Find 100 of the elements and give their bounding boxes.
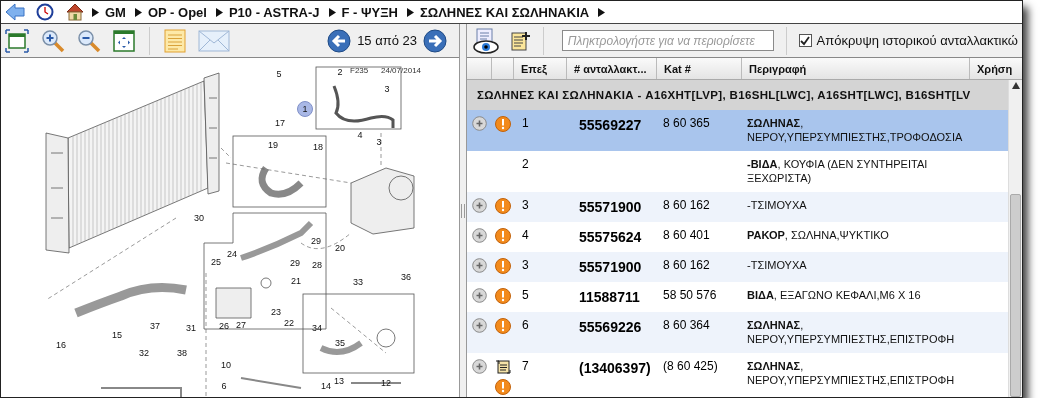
part-description: ΣΩΛΗΝΑΣ, ΝΕΡΟΥ,ΥΠΕΡΣΥΜΠΙΕΣΤΗΣ,ΕΠΙΣΤΡΟΦΗ bbox=[747, 318, 955, 346]
breadcrumb-link[interactable]: P10 - ASTRA-J bbox=[228, 4, 320, 20]
back-arrow-icon[interactable] bbox=[5, 3, 25, 21]
callout-number[interactable]: 20 bbox=[335, 243, 345, 253]
part-row[interactable]: 4 55575624 8 60 401 ΡΑΚΟΡ, ΣΩΛΗΝΑ,ΨΥΚΤΙΚΟ bbox=[467, 222, 1008, 252]
callout-number[interactable]: 5 bbox=[276, 69, 282, 79]
callout-number[interactable]: 33 bbox=[353, 277, 363, 287]
part-number: 55569226 bbox=[579, 319, 642, 335]
callout-number[interactable]: 29 bbox=[311, 236, 321, 246]
callout-number[interactable]: 25 bbox=[211, 257, 221, 267]
callout-number[interactable]: 36 bbox=[401, 272, 411, 282]
catalog-number: (8 60 425) bbox=[663, 359, 718, 373]
callout-number[interactable]: 1 bbox=[297, 101, 313, 117]
column-header[interactable]: Χρήση bbox=[977, 63, 1013, 75]
expand-icon[interactable] bbox=[472, 318, 487, 333]
item-number: 4 bbox=[522, 228, 529, 242]
scroll-up-arrow-icon[interactable] bbox=[1011, 82, 1020, 89]
breadcrumb-link[interactable]: F - ΨΥΞΗ bbox=[341, 4, 398, 20]
splitter-grip[interactable] bbox=[461, 203, 465, 218]
previous-page-icon[interactable] bbox=[327, 28, 352, 53]
part-description: ΣΩΛΗΝΑΣ, ΝΕΡΟΥ,ΥΠΕΡΣΥΜΠΙΕΣΤΗΣ,ΤΡΟΦΟΔΟΣΙΑ bbox=[747, 116, 963, 144]
callout-number[interactable]: 2 bbox=[337, 67, 343, 77]
column-header[interactable]: # ανταλλακτ... bbox=[574, 63, 647, 75]
catalog-number: 8 60 364 bbox=[663, 318, 710, 332]
callout-number[interactable]: 35 bbox=[335, 338, 345, 348]
fit-page-icon[interactable] bbox=[113, 29, 135, 52]
column-header[interactable]: Περιγραφή bbox=[749, 63, 807, 75]
callout-number[interactable]: 26 bbox=[219, 321, 229, 331]
callout-number[interactable]: 4 bbox=[357, 130, 363, 140]
expand-icon[interactable] bbox=[472, 258, 487, 273]
expand-icon[interactable] bbox=[472, 198, 487, 213]
item-number: 1 bbox=[522, 116, 529, 130]
callout-number[interactable]: 31 bbox=[186, 323, 196, 333]
callout-number[interactable]: 17 bbox=[275, 118, 285, 128]
callout-number[interactable]: 34 bbox=[312, 323, 322, 333]
caret-icon bbox=[91, 6, 100, 18]
callout-number[interactable]: 38 bbox=[177, 348, 187, 358]
callout-number[interactable]: 6 bbox=[221, 381, 227, 391]
callout-number[interactable]: 16 bbox=[56, 340, 66, 350]
filter-field[interactable]: Πληκτρολογήστε για να περιορίσετε bbox=[561, 30, 774, 51]
expand-icon[interactable] bbox=[472, 228, 487, 243]
catalog-number: 8 60 401 bbox=[663, 228, 710, 242]
callout-number[interactable]: 29 bbox=[290, 258, 300, 268]
callout-number[interactable]: 32 bbox=[139, 348, 149, 358]
breadcrumb-link[interactable]: GM bbox=[105, 4, 126, 20]
callout-number[interactable]: 22 bbox=[284, 318, 294, 328]
callout-number[interactable]: 3 bbox=[376, 137, 382, 147]
callout-number[interactable]: 12 bbox=[381, 378, 391, 388]
fit-screen-icon[interactable] bbox=[5, 28, 29, 53]
part-number: 55571900 bbox=[579, 199, 642, 215]
catalog-number: 8 60 162 bbox=[663, 198, 710, 212]
callout-number[interactable]: 18 bbox=[313, 142, 323, 152]
callout-number[interactable]: 21 bbox=[291, 276, 301, 286]
caret-icon bbox=[327, 6, 337, 18]
callout-number[interactable]: 14 bbox=[321, 381, 331, 391]
column-header[interactable]: Kat # bbox=[664, 63, 691, 75]
caret-icon bbox=[405, 6, 415, 18]
callout-number[interactable]: 15 bbox=[112, 330, 122, 340]
callout-number[interactable]: 13 bbox=[334, 376, 344, 386]
part-description: -ΤΣΙΜΟΥΧΑ bbox=[747, 258, 807, 272]
scrollbar-thumb[interactable] bbox=[1010, 194, 1021, 397]
breadcrumb-link[interactable]: ΣΩΛΗΝΕΣ ΚΑΙ ΣΩΛΗΝΑΚΙΑ bbox=[419, 4, 590, 20]
part-row[interactable]: 2 -ΒΙΔΑ, ΚΟΥΦΙΑ (ΔΕΝ ΣΥΝΤΗΡΕΙΤΑΙ ΞΕΧΩΡΙΣΤΑ) bbox=[467, 151, 1008, 192]
callout-number[interactable]: 37 bbox=[150, 321, 160, 331]
hide-history-checkbox[interactable] bbox=[798, 34, 812, 47]
next-page-icon[interactable] bbox=[423, 28, 447, 53]
callout-number[interactable]: 3 bbox=[384, 84, 390, 94]
column-header[interactable]: Επεξ bbox=[521, 63, 547, 75]
callout-number[interactable]: 27 bbox=[236, 320, 246, 330]
zoom-out-icon[interactable] bbox=[77, 28, 101, 53]
scrollbar[interactable] bbox=[1008, 80, 1022, 397]
note-add-icon[interactable] bbox=[509, 29, 531, 52]
item-number: 6 bbox=[522, 318, 529, 332]
callout-number[interactable]: 24 bbox=[227, 249, 237, 259]
part-row[interactable]: 3 55571900 8 60 162 -ΤΣΙΜΟΥΧΑ bbox=[467, 252, 1008, 282]
part-number: 55569227 bbox=[579, 117, 642, 133]
callout-number[interactable]: 28 bbox=[312, 260, 322, 270]
item-number: 3 bbox=[522, 258, 529, 272]
part-row[interactable]: 3 55571900 8 60 162 -ΤΣΙΜΟΥΧΑ bbox=[467, 192, 1008, 222]
part-row[interactable]: 5 11588711 58 50 576 ΒΙΔΑ, ΕΞΑΓΩΝΟ ΚΕΦΑΛΙ,M6 X 16 bbox=[467, 282, 1008, 312]
part-row[interactable]: 7 (13406397) (8 60 425) ΣΩΛΗΝΑΣ, ΝΕΡΟΥ,ΥΠΕΡΣΥΜΠΙΕΣΤΗΣ,ΕΠΙΣΤΡΟΦΗ bbox=[467, 353, 1008, 397]
zoom-in-icon[interactable] bbox=[41, 28, 65, 53]
clock-icon[interactable] bbox=[36, 3, 54, 21]
document-eye-icon[interactable] bbox=[473, 27, 499, 54]
part-number: (13406397) bbox=[579, 360, 651, 376]
expand-icon[interactable] bbox=[472, 116, 487, 131]
callout-number[interactable]: 23 bbox=[271, 307, 281, 317]
group-title: ΣΩΛΗΝΕΣ ΚΑΙ ΣΩΛΗΝΑΚΙΑ - A16XHT[LVP], B16SHL[LWC], A16SHT[LWC], B16SHT[LV bbox=[477, 89, 971, 101]
expand-icon[interactable] bbox=[472, 288, 487, 303]
part-row[interactable]: 1 55569227 8 60 365 ΣΩΛΗΝΑΣ, ΝΕΡΟΥ,ΥΠΕΡΣΥΜΠΙΕΣΤΗΣ,ΤΡΟΦΟΔΟΣΙΑ bbox=[467, 110, 1008, 151]
item-number: 3 bbox=[522, 198, 529, 212]
callout-number[interactable]: 19 bbox=[268, 140, 278, 150]
breadcrumb-link[interactable]: OP - Opel bbox=[147, 4, 207, 20]
part-description: -ΤΣΙΜΟΥΧΑ bbox=[747, 198, 807, 212]
callout-number[interactable]: 30 bbox=[194, 213, 204, 223]
callout-number[interactable]: 10 bbox=[221, 360, 231, 370]
home-icon[interactable] bbox=[65, 3, 85, 21]
part-description: -ΒΙΔΑ, ΚΟΥΦΙΑ (ΔΕΝ ΣΥΝΤΗΡΕΙΤΑΙ ΞΕΧΩΡΙΣΤΑ) bbox=[747, 157, 928, 185]
expand-icon[interactable] bbox=[472, 359, 487, 374]
part-row[interactable]: 6 55569226 8 60 364 ΣΩΛΗΝΑΣ, ΝΕΡΟΥ,ΥΠΕΡΣΥΜΠΙΕΣΤΗΣ,ΕΠΙΣΤΡΟΦΗ bbox=[467, 312, 1008, 353]
